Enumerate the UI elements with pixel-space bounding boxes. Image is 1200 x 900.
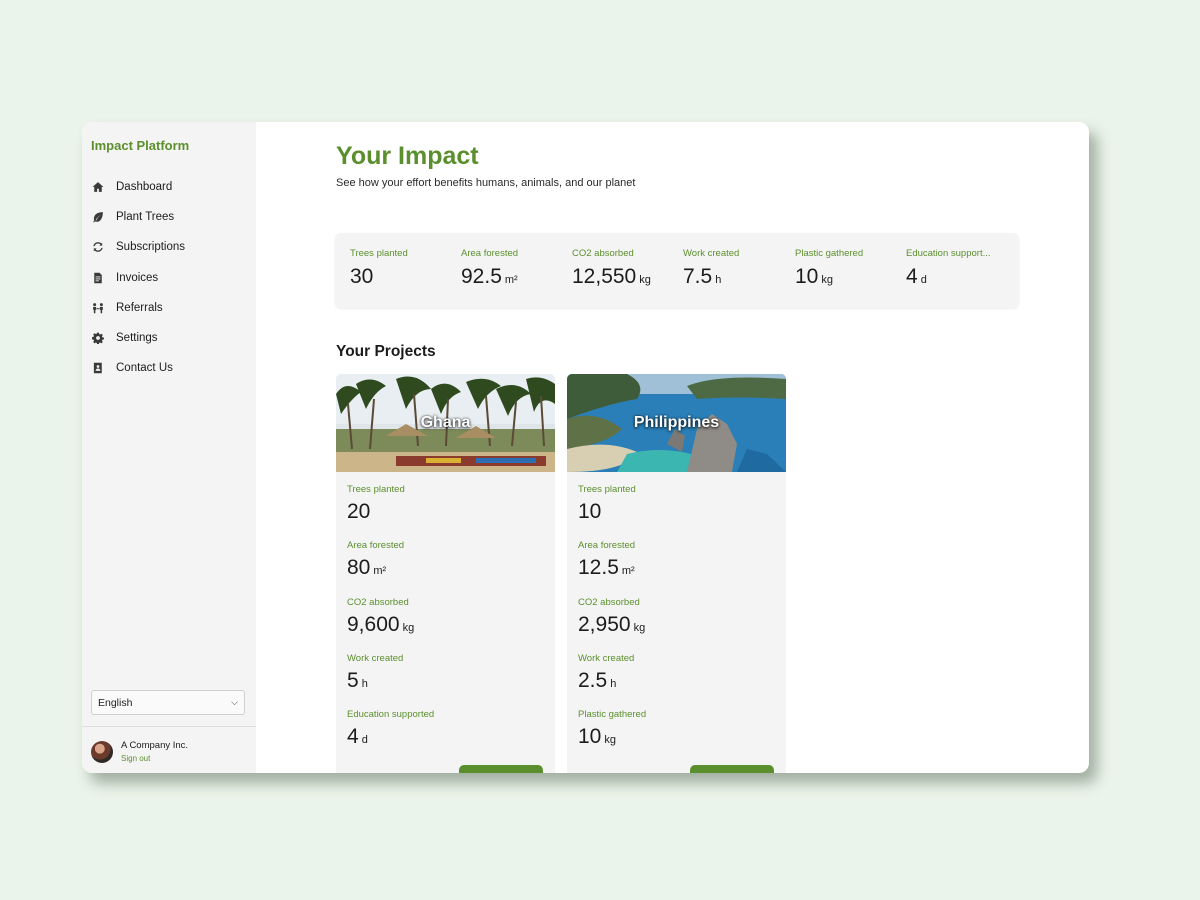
project-card-philippines[interactable]: Philippines Trees planted 10 Area forest…: [567, 374, 786, 773]
chevron-down-icon: ⌵: [231, 697, 238, 707]
avatar: [91, 740, 113, 763]
stat-value: 12,550 kg: [572, 265, 651, 288]
metric-plastic-gathered: Plastic gathered 10 kg: [578, 709, 775, 765]
metric-label: Area forested: [347, 540, 405, 552]
stat-label: Trees planted: [350, 248, 408, 259]
stat-label: Education support...: [906, 248, 991, 259]
people-icon: [91, 301, 104, 314]
sidebar-item-label: Invoices: [116, 271, 159, 284]
sidebar-item-label: Contact Us: [116, 362, 173, 375]
project-name: Philippines: [633, 414, 720, 431]
metric-value: 20: [347, 500, 371, 523]
leaf-icon: [91, 211, 104, 224]
stat-plastic-gathered: Plastic gathered 10 kg: [795, 248, 895, 289]
sidebar-item-label: Plant Trees: [116, 211, 175, 224]
sidebar-divider: [82, 726, 256, 727]
metric-value: 4d: [347, 725, 368, 749]
project-name: Ghana: [420, 414, 471, 431]
metric-value: 9,600 kg: [347, 612, 415, 636]
main-content: Your Impact See how your effort benefits…: [256, 122, 1089, 773]
stat-education-supported: Education support... 4d: [906, 248, 1006, 289]
refresh-icon: [91, 241, 104, 254]
metric-trees-planted: Trees planted 10: [578, 484, 775, 540]
stat-area-forested: Area forested 92.5 m²: [461, 248, 561, 289]
stat-work-created: Work created 7.5 h: [683, 248, 783, 289]
metric-co2-absorbed: CO2 absorbed 2,950 kg: [578, 597, 775, 653]
metric-value: 2,950 kg: [578, 612, 646, 636]
stat-label: Plastic gathered: [795, 248, 864, 259]
project-card-ghana[interactable]: Ghana Trees planted 20 Area forested 80 m…: [336, 374, 555, 773]
metric-label: Plastic gathered: [578, 709, 647, 721]
stat-value: 7.5 h: [683, 265, 722, 288]
stat-trees-planted: Trees planted 30: [350, 248, 450, 289]
project-metrics: Trees planted 20 Area forested 80 m² CO2 …: [336, 472, 555, 765]
project-image: Philippines: [567, 374, 786, 472]
stat-label: Area forested: [461, 248, 519, 259]
sidebar-item-contact-us[interactable]: Contact Us: [91, 353, 251, 383]
metric-value: 5h: [347, 668, 368, 692]
sidebar-item-plant-trees[interactable]: Plant Trees: [91, 202, 251, 232]
stat-value: 30: [350, 265, 374, 288]
sidebar-item-subscriptions[interactable]: Subscriptions: [91, 232, 251, 262]
sidebar-item-label: Settings: [116, 332, 158, 345]
stat-co2-absorbed: CO2 absorbed 12,550 kg: [572, 248, 672, 289]
stat-value: 4d: [906, 265, 927, 288]
metric-area-forested: Area forested 12.5 m²: [578, 540, 775, 596]
sidebar-item-label: Referrals: [116, 301, 163, 314]
language-select[interactable]: English ⌵: [91, 690, 245, 715]
sidebar-item-label: Dashboard: [116, 181, 173, 194]
metric-label: Work created: [578, 652, 635, 664]
sidebar-nav: Dashboard Plant Trees Subscriptions Invo…: [91, 172, 251, 383]
page-title: Your Impact: [336, 142, 479, 170]
metric-label: CO2 absorbed: [578, 596, 640, 608]
sidebar: Impact Platform Dashboard Plant Trees Su…: [82, 122, 256, 773]
metric-value: 10: [578, 500, 602, 523]
sidebar-item-referrals[interactable]: Referrals: [91, 293, 251, 323]
project-details-button[interactable]: [459, 765, 543, 773]
user-name: A Company Inc.: [121, 740, 189, 751]
metric-label: Trees planted: [347, 484, 405, 495]
sidebar-item-invoices[interactable]: Invoices: [91, 263, 251, 293]
sidebar-item-dashboard[interactable]: Dashboard: [91, 172, 251, 202]
document-icon: [91, 271, 104, 284]
metric-label: Trees planted: [578, 484, 636, 495]
sign-out-link[interactable]: Sign out: [121, 754, 188, 763]
stat-value: 10 kg: [795, 265, 833, 288]
gear-icon: [91, 332, 104, 345]
project-details-button[interactable]: [690, 765, 774, 773]
page-subtitle: See how your effort benefits humans, ani…: [336, 177, 636, 189]
stat-label: Work created: [683, 248, 740, 259]
metric-value: 80 m²: [347, 556, 387, 580]
brand-title: Impact Platform: [91, 138, 190, 153]
metric-value: 2.5 h: [578, 668, 617, 692]
projects-section-title: Your Projects: [336, 343, 436, 360]
metric-trees-planted: Trees planted 20: [347, 484, 544, 540]
project-metrics: Trees planted 10 Area forested 12.5 m² CO…: [567, 472, 786, 765]
stat-value: 92.5 m²: [461, 265, 518, 288]
metric-value: 10 kg: [578, 725, 616, 749]
impact-summary: Trees planted 30 Area forested 92.5 m² CO…: [335, 233, 1019, 308]
metric-work-created: Work created 5h: [347, 653, 544, 709]
project-image: Ghana: [336, 374, 555, 472]
user-profile: A Company Inc. Sign out: [91, 740, 188, 763]
metric-label: Area forested: [578, 540, 636, 552]
metric-label: Education supported: [347, 709, 435, 721]
metric-value: 12.5 m²: [578, 556, 635, 580]
sidebar-item-label: Subscriptions: [116, 241, 186, 254]
contact-book-icon: [91, 362, 104, 375]
metric-label: CO2 absorbed: [347, 596, 409, 608]
metric-work-created: Work created 2.5 h: [578, 653, 775, 709]
metric-co2-absorbed: CO2 absorbed 9,600 kg: [347, 597, 544, 653]
app-window: Impact Platform Dashboard Plant Trees Su…: [82, 122, 1089, 773]
home-icon: [91, 181, 104, 194]
metric-education-supported: Education supported 4d: [347, 709, 544, 765]
sidebar-item-settings[interactable]: Settings: [91, 323, 251, 353]
language-select-value: English: [98, 696, 133, 709]
metric-label: Work created: [347, 652, 404, 664]
metric-area-forested: Area forested 80 m²: [347, 540, 544, 596]
stat-label: CO2 absorbed: [572, 248, 634, 259]
